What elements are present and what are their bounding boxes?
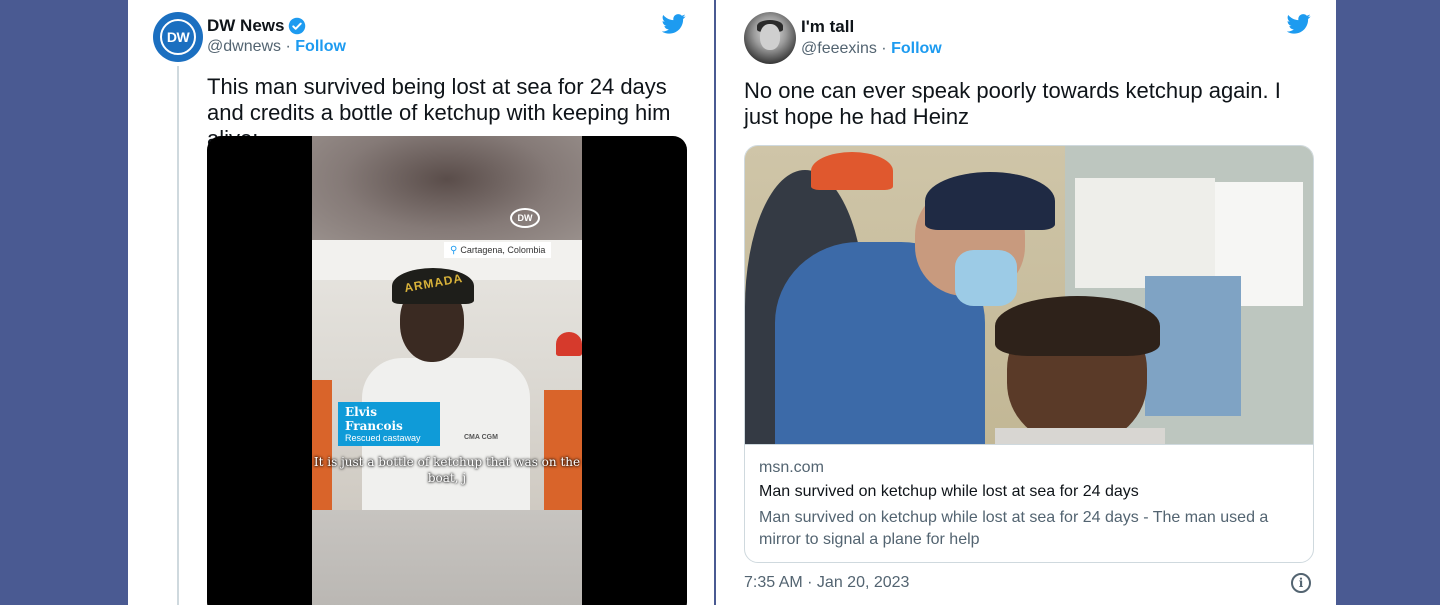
dw-logo-icon: DW [160, 19, 196, 55]
patient-gown [995, 428, 1165, 444]
tweet-timestamp[interactable]: 7:35 AM · Jan 20, 2023 [744, 574, 909, 592]
separator-dot: · [285, 38, 291, 55]
link-domain: msn.com [759, 459, 824, 476]
video-subtitle: It is just a bottle of ketchup that was … [313, 455, 581, 485]
author-handle[interactable]: @dwnews [207, 38, 281, 55]
thread-line [177, 66, 179, 605]
location-pin-icon: ⚲ [450, 244, 458, 256]
location-tag: ⚲ Cartagena, Colombia [444, 242, 552, 258]
rescuer-vest-left [312, 380, 332, 510]
author-name[interactable]: I'm tall [801, 17, 854, 37]
author-name[interactable]: DW News [207, 16, 284, 36]
video-blur-top [312, 136, 582, 244]
name-tag: Elvis Francois Rescued castaway [338, 402, 440, 446]
tweet-text: No one can ever speak poorly towards ket… [744, 78, 1281, 129]
name-tag-name: Elvis Francois [345, 405, 403, 433]
name-tag-role: Rescued castaway [345, 433, 421, 443]
link-description: Man survived on ketchup while lost at se… [759, 509, 1269, 548]
patient-hair [995, 296, 1160, 356]
separator-dot: · [881, 40, 887, 57]
avatar-face [760, 24, 780, 50]
face-mask [955, 250, 1017, 306]
doctor-cap [925, 172, 1055, 230]
author-handle-row: @dwnews · Follow [207, 38, 346, 56]
link-preview-card[interactable]: msn.com Man survived on ketchup while lo… [744, 145, 1314, 563]
im-tall-avatar[interactable] [744, 12, 796, 64]
author-handle-row: @feeexins · Follow [801, 40, 942, 58]
rescuer-helmet [556, 332, 582, 356]
follow-button[interactable]: Follow [295, 38, 346, 55]
rescuer-vest-right [544, 390, 582, 510]
tweet-card-dw-news: DW DW News @dwnews · Follow This man sur… [128, 0, 714, 605]
verified-badge-icon [289, 17, 306, 35]
link-title: Man survived on ketchup while lost at se… [759, 483, 1139, 500]
location-text: Cartagena, Colombia [460, 245, 546, 255]
video-blur-bottom [312, 510, 582, 605]
link-preview-image [745, 146, 1313, 444]
twitter-bird-icon[interactable] [662, 14, 686, 34]
dw-news-avatar[interactable]: DW [153, 12, 203, 62]
info-icon[interactable]: i [1291, 573, 1311, 593]
poster-1 [1075, 178, 1215, 288]
shirt-logo: CMA CGM [464, 434, 498, 441]
video-player[interactable]: ARMADA DW ⚲ Cartagena, Colombia Elvis Fr… [207, 136, 687, 605]
tweet-card-im-tall: I'm tall @feeexins · Follow No one can e… [716, 0, 1336, 605]
video-frame: ARMADA DW ⚲ Cartagena, Colombia Elvis Fr… [312, 136, 582, 605]
orange-helmet [811, 152, 893, 190]
follow-button[interactable]: Follow [891, 40, 942, 57]
link-preview-info: msn.com Man survived on ketchup while lo… [745, 444, 1313, 562]
author-handle[interactable]: @feeexins [801, 40, 877, 57]
dw-watermark-icon: DW [510, 208, 540, 228]
author-name-row[interactable]: DW News [207, 16, 306, 36]
twitter-bird-icon[interactable] [1287, 14, 1311, 34]
